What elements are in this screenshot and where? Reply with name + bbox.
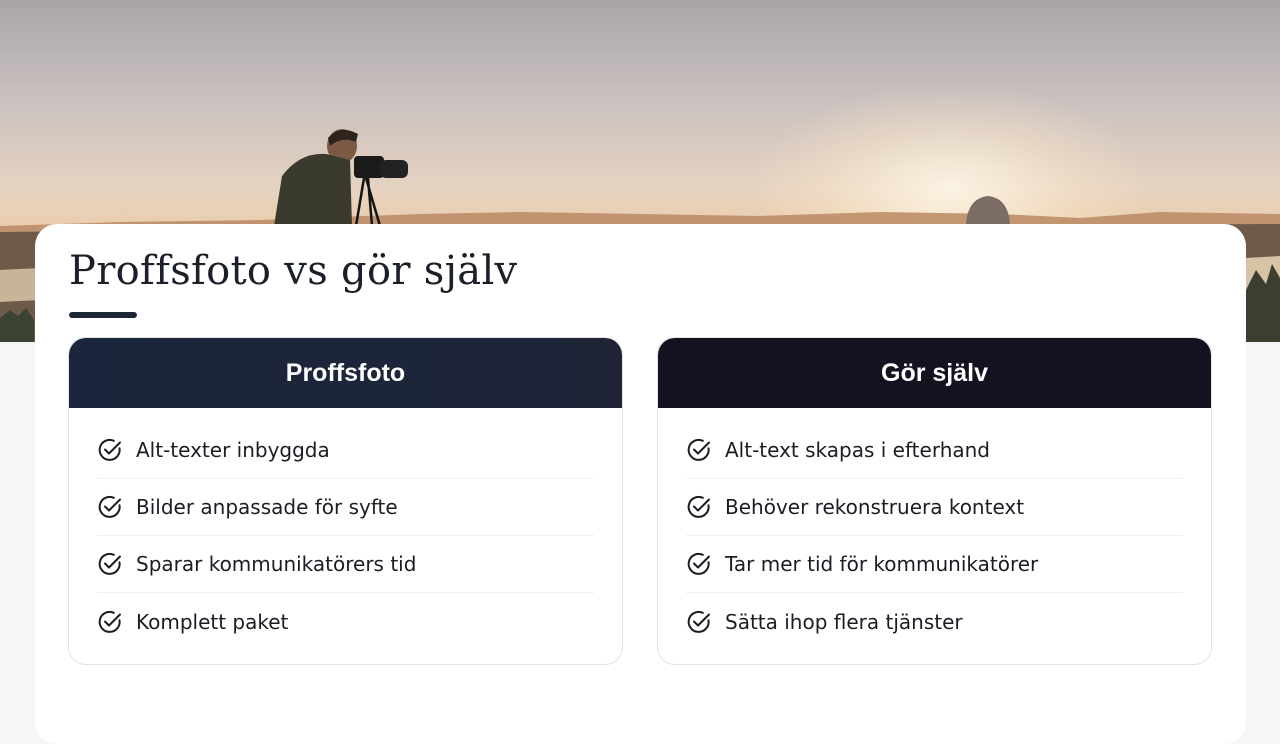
column-heading: Proffsfoto: [69, 338, 622, 408]
check-circle-icon: [687, 552, 710, 575]
list-item: Tar mer tid för kommunikatörer: [686, 536, 1183, 593]
list-item: Bilder anpassade för syfte: [97, 479, 594, 536]
check-circle-icon: [687, 610, 710, 633]
check-circle-icon: [98, 438, 121, 461]
list-item: Alt-texter inbyggda: [97, 422, 594, 479]
list-item: Sätta ihop flera tjänster: [686, 593, 1183, 650]
list-item: Behöver rekonstruera kontext: [686, 479, 1183, 536]
comparison-column-gor-sjalv: Gör själv Alt-text skapas i efterhand Be…: [657, 337, 1212, 665]
page-title: Proffsfoto vs gör själv: [69, 248, 518, 294]
list-item-label: Komplett paket: [136, 609, 289, 634]
list-item-label: Behöver rekonstruera kontext: [725, 495, 1025, 519]
list-item-label: Sparar kommunikatörers tid: [136, 552, 417, 576]
check-circle-icon: [98, 552, 121, 575]
list-item-label: Alt-text skapas i efterhand: [725, 438, 990, 462]
list-item: Komplett paket: [97, 593, 594, 650]
photographer-silhouette: [274, 129, 408, 227]
comparison-column-proffsfoto: Proffsfoto Alt-texter inbyggda Bilder an…: [68, 337, 623, 665]
column-heading: Gör själv: [658, 338, 1211, 408]
check-circle-icon: [687, 438, 710, 461]
list-item-label: Bilder anpassade för syfte: [136, 495, 398, 519]
list-item-label: Tar mer tid för kommunikatörer: [725, 552, 1039, 576]
list-item-label: Alt-texter inbyggda: [136, 438, 330, 462]
check-circle-icon: [98, 610, 121, 633]
check-circle-icon: [687, 495, 710, 518]
list-item-label: Sätta ihop flera tjänster: [725, 609, 963, 634]
title-underline: [69, 312, 137, 318]
list-item: Alt-text skapas i efterhand: [686, 422, 1183, 479]
list-item: Sparar kommunikatörers tid: [97, 536, 594, 593]
check-circle-icon: [98, 495, 121, 518]
